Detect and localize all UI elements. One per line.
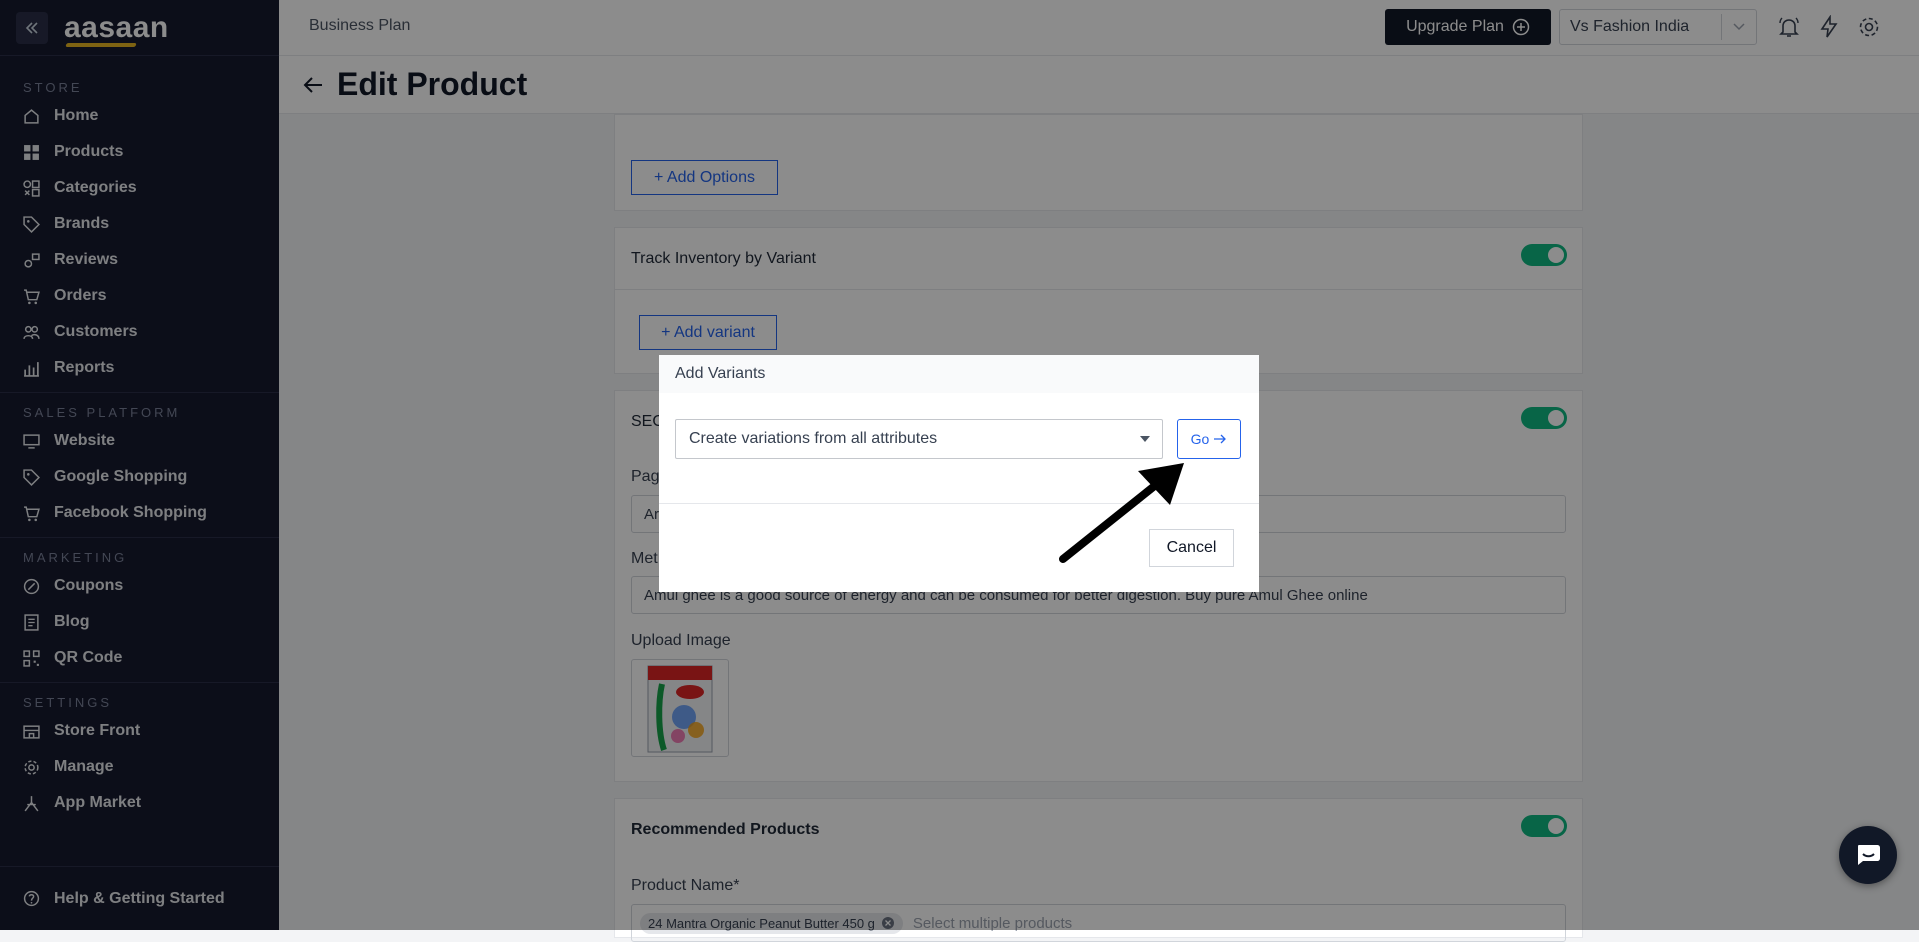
chat-icon: [1858, 845, 1880, 865]
caret-down-icon: [1140, 436, 1150, 442]
modal-title: Add Variants: [659, 355, 1259, 393]
variation-method-select[interactable]: Create variations from all attributes: [675, 419, 1163, 459]
annotation-arrow-icon: [1059, 463, 1184, 563]
chat-widget-button[interactable]: [1839, 826, 1897, 884]
arrow-right-icon: [1214, 434, 1227, 444]
go-button[interactable]: Go: [1177, 419, 1241, 459]
